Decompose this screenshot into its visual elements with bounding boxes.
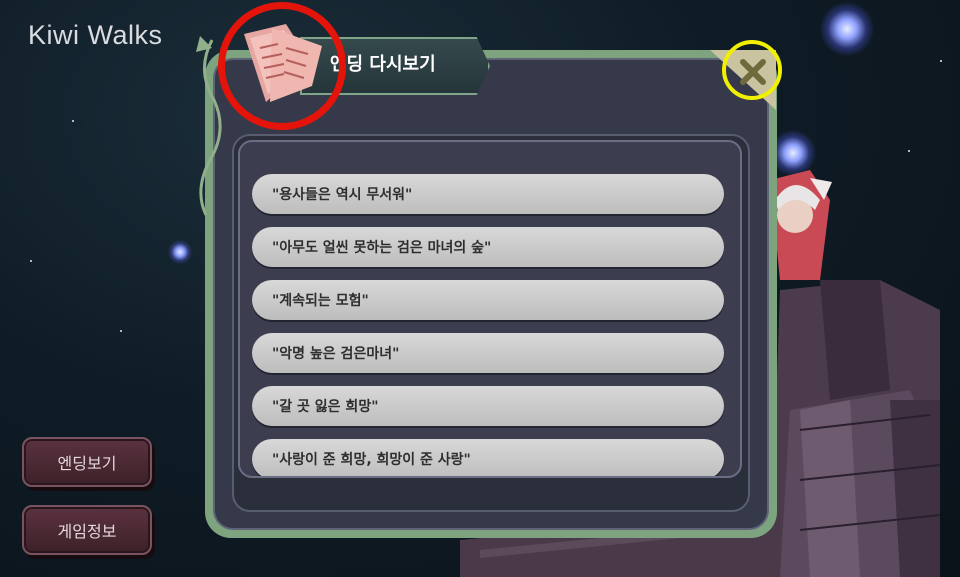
game-info-button[interactable]: 게임정보: [22, 505, 152, 555]
ending-item[interactable]: "갈 곳 잃은 희망": [252, 386, 724, 426]
app-logo: Kiwi Walks: [28, 20, 163, 50]
ending-item[interactable]: "사랑이 준 희망, 희망이 준 사랑": [252, 439, 724, 476]
ending-item[interactable]: "악명 높은 검은마녀": [252, 333, 724, 373]
star: [72, 120, 74, 122]
ending-item[interactable]: "용사들은 역시 무서워": [252, 174, 724, 214]
character-figure: [770, 170, 832, 280]
ending-item[interactable]: "계속되는 모험": [252, 280, 724, 320]
ending-view-button[interactable]: 엔딩보기: [22, 437, 152, 487]
star: [30, 260, 32, 262]
ending-item[interactable]: "아무도 얼씬 못하는 검은 마녀의 숲": [252, 227, 724, 267]
annotation-circle-red: [218, 2, 346, 130]
star: [940, 60, 942, 62]
star: [120, 330, 122, 332]
star: [908, 150, 910, 152]
ending-list[interactable]: "용사들은 역시 무서워" "아무도 얼씬 못하는 검은 마녀의 숲" "계속되…: [238, 140, 742, 478]
star-glow: [820, 2, 874, 56]
star-glow: [168, 240, 192, 264]
annotation-circle-yellow: [722, 40, 782, 100]
